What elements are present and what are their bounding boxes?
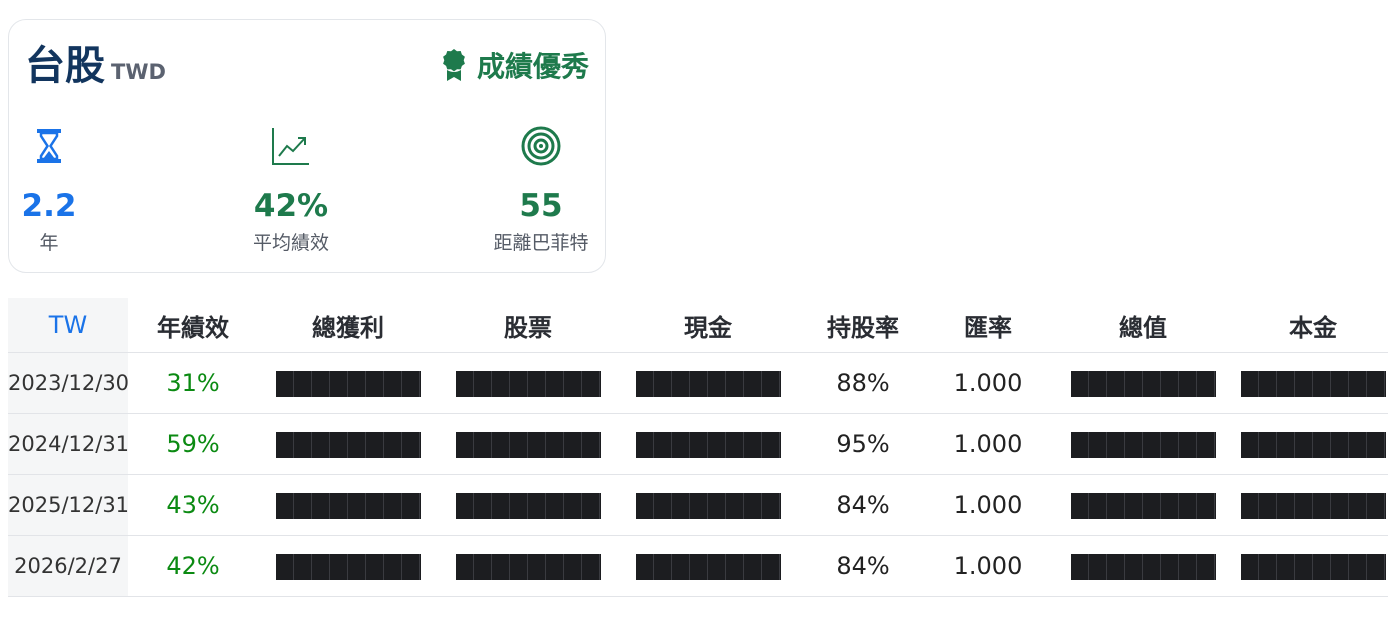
- card-title: 台股 TWD: [25, 42, 166, 90]
- redacted-value: [1240, 554, 1386, 580]
- redacted-value: [635, 554, 781, 580]
- row-principal: [1238, 413, 1388, 475]
- trend-chart-icon: [231, 124, 351, 168]
- redacted-value: [1240, 371, 1386, 397]
- header-stocks: 股票: [438, 298, 618, 353]
- row-holding-ratio: 88%: [798, 352, 928, 414]
- row-fx-rate: 1.000: [928, 535, 1048, 597]
- award-ribbon-icon: [441, 48, 467, 86]
- header-cash: 現金: [618, 298, 798, 353]
- average-return-label: 平均績效: [252, 232, 329, 254]
- row-fx-rate: 1.000: [928, 413, 1048, 475]
- row-cash: [618, 352, 798, 414]
- table-header-row: TW 年績效 總獲利 股票 現金 持股率 匯率 總值 本金: [8, 298, 1388, 353]
- row-stocks: [438, 535, 618, 597]
- currency-code: TWD: [111, 60, 166, 84]
- redacted-value: [1070, 432, 1216, 458]
- header-total-value: 總值: [1048, 298, 1238, 353]
- row-principal: [1238, 352, 1388, 414]
- header-annual-return: 年績效: [128, 298, 258, 353]
- row-stocks: [438, 352, 618, 414]
- row-date: 2023/12/30: [8, 352, 129, 414]
- row-stocks: [438, 474, 618, 536]
- redacted-value: [1070, 371, 1216, 397]
- badge-label: 成績優秀: [476, 50, 589, 83]
- redacted-value: [455, 432, 601, 458]
- header-fx-rate: 匯率: [928, 298, 1048, 353]
- redacted-value: [1070, 493, 1216, 519]
- redacted-value: [455, 554, 601, 580]
- market-name: 台股: [25, 43, 105, 89]
- row-date: 2026/2/27: [8, 535, 128, 597]
- table-row: 2023/12/30 31% 88% 1.000: [8, 352, 1388, 414]
- row-annual-return: 31%: [128, 352, 258, 414]
- row-total-profit: [258, 535, 438, 597]
- redacted-value: [455, 493, 601, 519]
- row-total-profit: [258, 474, 438, 536]
- redacted-value: [1070, 554, 1216, 580]
- row-cash: [618, 474, 798, 536]
- row-annual-return: 43%: [128, 474, 258, 536]
- redacted-value: [635, 432, 781, 458]
- row-total-profit: [258, 352, 438, 414]
- performance-table: TW 年績效 總獲利 股票 現金 持股率 匯率 總值 本金 2023/12/30…: [8, 298, 1388, 597]
- row-total-profit: [258, 413, 438, 475]
- table-row: 2026/2/27 42% 84% 1.000: [8, 535, 1388, 597]
- duration-value: 2.2: [21, 188, 77, 224]
- row-holding-ratio: 84%: [798, 535, 928, 597]
- row-total-value: [1048, 352, 1238, 414]
- summary-card: 台股 TWD 成績優秀 2.2 年 42% 平均績效 55 距離巴菲特: [8, 19, 606, 273]
- row-cash: [618, 535, 798, 597]
- stat-average-return: 42% 平均績效: [231, 124, 351, 256]
- performance-badge: 成績優秀: [441, 48, 589, 86]
- redacted-value: [455, 371, 601, 397]
- table-row: 2024/12/31 59% 95% 1.000: [8, 413, 1388, 475]
- row-total-value: [1048, 535, 1238, 597]
- row-fx-rate: 1.000: [928, 474, 1048, 536]
- row-principal: [1238, 535, 1388, 597]
- redacted-value: [635, 371, 781, 397]
- header-principal: 本金: [1238, 298, 1388, 353]
- row-holding-ratio: 84%: [798, 474, 928, 536]
- redacted-value: [275, 371, 421, 397]
- hourglass-icon: [19, 124, 79, 168]
- stat-buffett-gap: 55 距離巴菲特: [471, 124, 611, 256]
- row-annual-return: 59%: [128, 413, 258, 475]
- average-return-value: 42%: [253, 188, 329, 224]
- row-total-value: [1048, 413, 1238, 475]
- redacted-value: [1240, 432, 1386, 458]
- row-cash: [618, 413, 798, 475]
- header-total-profit: 總獲利: [258, 298, 438, 353]
- target-icon: [471, 124, 611, 168]
- stat-duration: 2.2 年: [19, 124, 79, 256]
- row-date: 2024/12/31: [8, 413, 129, 475]
- redacted-value: [635, 493, 781, 519]
- row-total-value: [1048, 474, 1238, 536]
- redacted-value: [1240, 493, 1386, 519]
- header-market: TW: [8, 298, 128, 353]
- redacted-value: [275, 432, 421, 458]
- redacted-value: [275, 493, 421, 519]
- row-stocks: [438, 413, 618, 475]
- header-holding-ratio: 持股率: [798, 298, 928, 353]
- row-holding-ratio: 95%: [798, 413, 928, 475]
- table-row: 2025/12/31 43% 84% 1.000: [8, 474, 1388, 536]
- buffett-gap-value: 55: [519, 188, 563, 224]
- row-annual-return: 42%: [128, 535, 258, 597]
- duration-label: 年: [39, 232, 59, 254]
- row-date: 2025/12/31: [8, 474, 129, 536]
- redacted-value: [275, 554, 421, 580]
- row-fx-rate: 1.000: [928, 352, 1048, 414]
- row-principal: [1238, 474, 1388, 536]
- buffett-gap-label: 距離巴菲特: [493, 232, 589, 254]
